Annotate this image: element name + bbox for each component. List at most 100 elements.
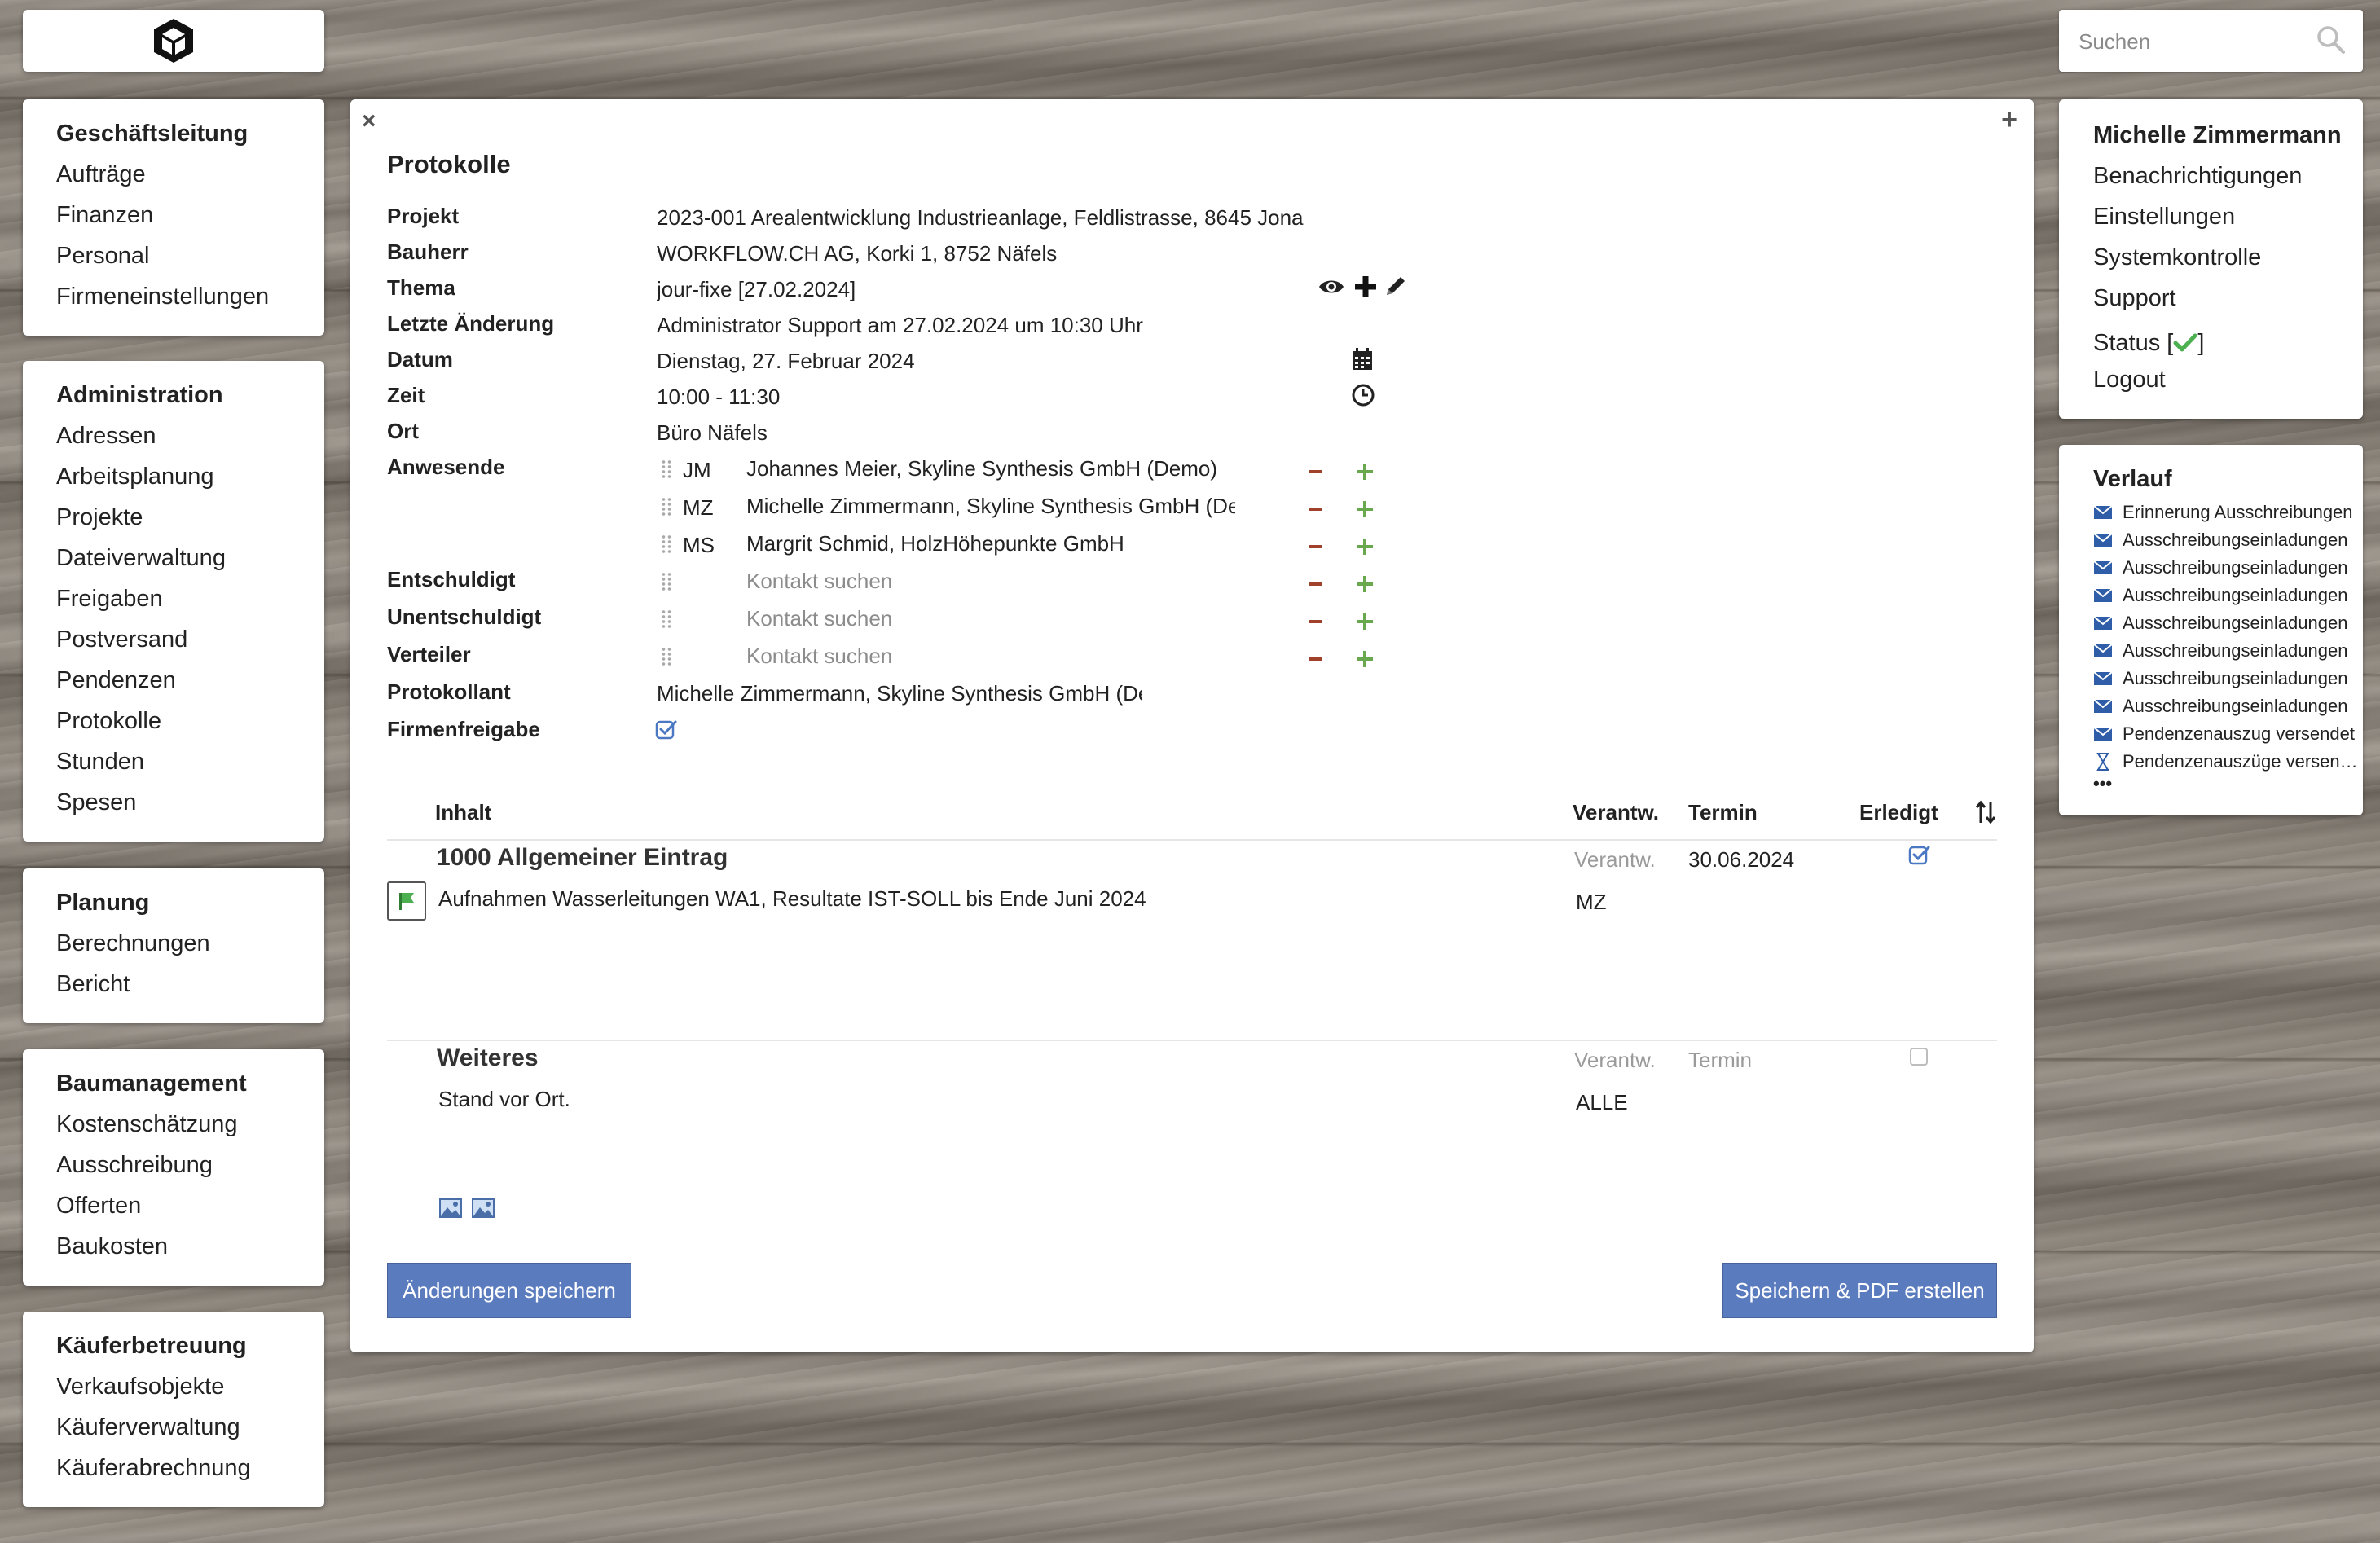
add-icon[interactable] — [1357, 613, 1373, 630]
nav-item-adressen[interactable]: Adressen — [23, 420, 324, 460]
entry-termin-placeholder[interactable]: Termin — [1688, 1048, 1752, 1073]
kontakt-suchen-input[interactable]: Kontakt suchen — [746, 606, 892, 631]
nav-item-auftraege[interactable]: Aufträge — [23, 158, 324, 199]
drag-handle-icon[interactable] — [661, 609, 672, 629]
verlauf-item[interactable]: Ausschreibungseinladungen — [2059, 582, 2363, 609]
verlauf-item[interactable]: Pendenzenauszüge versen… — [2059, 748, 2363, 776]
nav-item-personal[interactable]: Personal — [23, 240, 324, 280]
entry-text[interactable]: Aufnahmen Wasserleitungen WA1, Resultate… — [438, 886, 1146, 912]
value-bauherr[interactable]: WORKFLOW.CH AG, Korki 1, 8752 Näfels — [657, 241, 1057, 266]
nav-item-baukosten[interactable]: Baukosten — [23, 1230, 324, 1271]
attendee-name[interactable]: Michelle Zimmermann, Skyline Synthesis G… — [746, 494, 1235, 519]
close-icon[interactable]: × — [362, 108, 376, 135]
verlauf-item[interactable]: Pendenzenauszug versendet — [2059, 720, 2363, 748]
nav-item-kaeuferabrechnung[interactable]: Käuferabrechnung — [23, 1452, 324, 1492]
verlauf-item[interactable]: Ausschreibungseinladungen — [2059, 637, 2363, 665]
add-icon[interactable] — [1357, 539, 1373, 555]
nav-item-bericht[interactable]: Bericht — [23, 968, 324, 1009]
entry-verantw-placeholder[interactable]: Verantw. — [1574, 1048, 1656, 1073]
add-icon[interactable] — [1357, 501, 1373, 517]
user-link-support[interactable]: Support — [2059, 282, 2363, 323]
user-link-benachrichtigungen[interactable]: Benachrichtigungen — [2059, 160, 2363, 200]
nav-item-protokolle[interactable]: Protokolle — [23, 705, 324, 745]
remove-icon[interactable] — [1309, 470, 1322, 473]
verlauf-item[interactable]: Ausschreibungseinladungen — [2059, 526, 2363, 554]
user-link-logout[interactable]: Logout — [2059, 363, 2363, 404]
verlauf-item[interactable]: Ausschreibungseinladungen — [2059, 554, 2363, 582]
nav-item-pendenzen[interactable]: Pendenzen — [23, 664, 324, 705]
add-icon[interactable] — [1357, 576, 1373, 592]
nav-item-finanzen[interactable]: Finanzen — [23, 199, 324, 240]
erledigt-checkbox-checked[interactable] — [1908, 844, 1931, 867]
add-icon[interactable] — [1357, 651, 1373, 667]
value-thema[interactable]: jour-fixe [27.02.2024] — [657, 277, 856, 302]
remove-icon[interactable] — [1309, 545, 1322, 548]
erledigt-checkbox[interactable] — [1910, 1048, 1928, 1066]
user-link-status[interactable]: Status [ ] — [2059, 323, 2363, 363]
save-pdf-button[interactable]: Speichern & PDF erstellen — [1722, 1263, 1997, 1318]
remove-icon[interactable] — [1309, 657, 1322, 661]
entry-verantw[interactable]: MZ — [1576, 890, 1607, 915]
drag-handle-icon[interactable] — [661, 459, 672, 479]
image-icon[interactable] — [471, 1198, 495, 1219]
value-datum[interactable]: Dienstag, 27. Februar 2024 — [657, 349, 915, 374]
attendee-name[interactable]: Margrit Schmid, HolzHöhepunkte GmbH — [746, 531, 1124, 556]
verlauf-more[interactable]: ••• — [2059, 775, 2363, 793]
pencil-icon[interactable] — [1384, 274, 1408, 298]
entry-termin[interactable]: 30.06.2024 — [1688, 847, 1794, 873]
nav-item-kostenschaetzung[interactable]: Kostenschätzung — [23, 1108, 324, 1149]
add-icon[interactable] — [1357, 464, 1373, 480]
nav-item-dateiverwaltung[interactable]: Dateiverwaltung — [23, 542, 324, 582]
entry-verantw[interactable]: ALLE — [1576, 1090, 1628, 1115]
flag-button[interactable] — [387, 881, 426, 921]
value-zeit[interactable]: 10:00 - 11:30 — [657, 385, 780, 410]
search-input[interactable] — [2059, 10, 2325, 73]
image-icon[interactable] — [438, 1198, 463, 1219]
nav-item-firmeneinstellungen[interactable]: Firmeneinstellungen — [23, 280, 324, 321]
remove-icon[interactable] — [1309, 620, 1322, 623]
verlauf-item[interactable]: Ausschreibungseinladungen — [2059, 665, 2363, 692]
entry-text[interactable]: Stand vor Ort. — [438, 1087, 570, 1112]
nav-item-freigaben[interactable]: Freigaben — [23, 582, 324, 623]
eye-icon[interactable] — [1318, 277, 1344, 297]
sort-icon[interactable] — [1975, 800, 1996, 824]
remove-icon[interactable] — [1309, 508, 1322, 511]
nav-item-ausschreibung[interactable]: Ausschreibung — [23, 1149, 324, 1189]
nav-item-offerten[interactable]: Offerten — [23, 1189, 324, 1230]
value-protokollant[interactable]: Michelle Zimmermann, Skyline Synthesis G… — [657, 681, 1142, 706]
user-link-einstellungen[interactable]: Einstellungen — [2059, 200, 2363, 241]
verlauf-item[interactable]: Ausschreibungseinladungen — [2059, 609, 2363, 637]
value-ort[interactable]: Büro Näfels — [657, 420, 768, 446]
kontakt-suchen-input[interactable]: Kontakt suchen — [746, 644, 892, 669]
kontakt-suchen-input[interactable]: Kontakt suchen — [746, 569, 892, 594]
firmenfreigabe-checkbox[interactable] — [655, 719, 678, 741]
nav-item-stunden[interactable]: Stunden — [23, 745, 324, 786]
clock-icon[interactable] — [1351, 383, 1375, 407]
verlauf-item[interactable]: Ausschreibungseinladungen — [2059, 692, 2363, 720]
drag-handle-icon[interactable] — [661, 572, 672, 591]
user-link-systemkontrolle[interactable]: Systemkontrolle — [2059, 241, 2363, 282]
nav-item-postversand[interactable]: Postversand — [23, 623, 324, 664]
entry-title[interactable]: 1000 Allgemeiner Eintrag — [437, 844, 728, 872]
drag-handle-icon[interactable] — [661, 534, 672, 554]
value-projekt[interactable]: 2023-001 Arealentwicklung Industrieanlag… — [657, 205, 1304, 231]
verlauf-item[interactable]: Erinnerung Ausschreibungen — [2059, 499, 2363, 526]
drag-handle-icon[interactable] — [661, 497, 672, 517]
nav-item-kaeuferverwaltung[interactable]: Käuferverwaltung — [23, 1411, 324, 1452]
entry-title[interactable]: Weiteres — [437, 1044, 539, 1072]
plus-icon[interactable] — [1354, 275, 1377, 298]
nav-item-berechnungen[interactable]: Berechnungen — [23, 927, 324, 968]
nav-item-verkaufsobjekte[interactable]: Verkaufsobjekte — [23, 1370, 324, 1411]
nav-item-arbeitsplanung[interactable]: Arbeitsplanung — [23, 460, 324, 501]
add-icon[interactable]: + — [2001, 104, 2017, 136]
remove-icon[interactable] — [1309, 582, 1322, 586]
attendee-name[interactable]: Johannes Meier, Skyline Synthesis GmbH (… — [746, 456, 1217, 481]
nav-item-spesen[interactable]: Spesen — [23, 786, 324, 827]
nav-item-projekte[interactable]: Projekte — [23, 501, 324, 542]
calendar-icon[interactable] — [1351, 347, 1374, 371]
save-changes-button[interactable]: Änderungen speichern — [387, 1263, 631, 1318]
drag-handle-icon[interactable] — [661, 647, 672, 666]
search-icon[interactable] — [2316, 24, 2347, 55]
entry-verantw-placeholder[interactable]: Verantw. — [1574, 847, 1656, 873]
logo[interactable] — [23, 10, 324, 72]
